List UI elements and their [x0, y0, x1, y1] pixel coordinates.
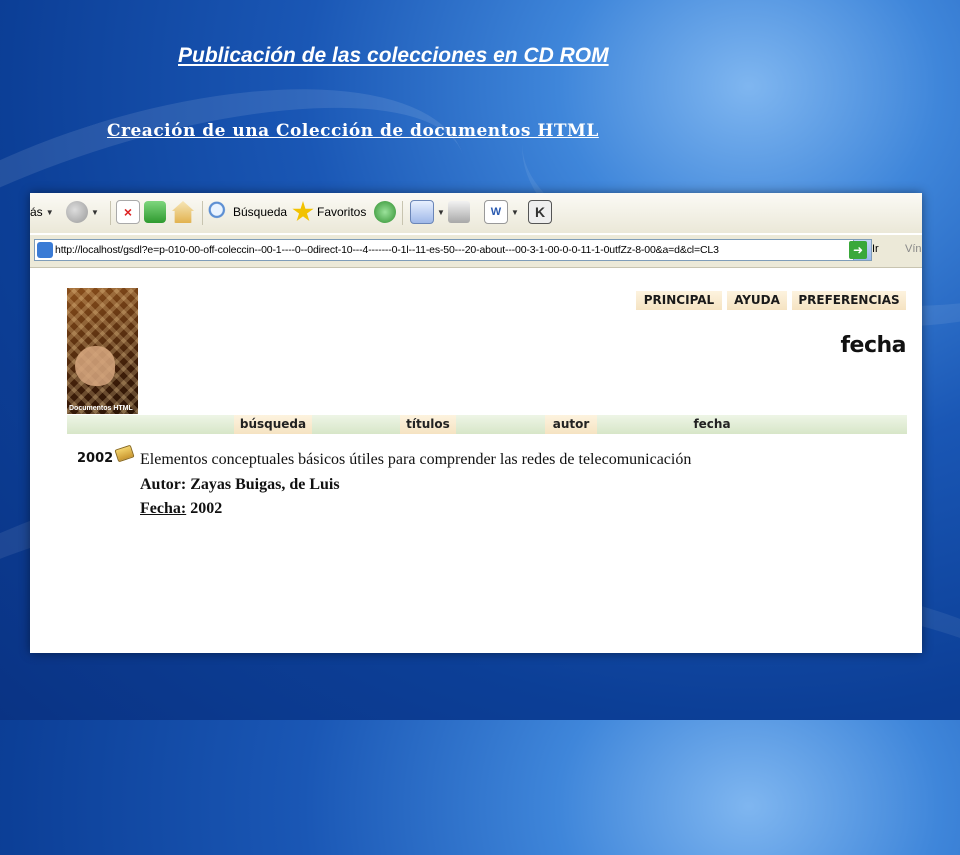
browser-toolbar: ás ▼ ▼ × Búsqueda Favoritos ▼ W ▼ K: [30, 193, 922, 233]
collection-logo[interactable]: Documentos HTML: [67, 288, 138, 414]
entry-year: 2002: [77, 451, 114, 466]
go-button[interactable]: Ir: [872, 243, 879, 255]
tab-fecha: fecha: [693, 417, 731, 431]
edit-button[interactable]: W ▼: [484, 198, 519, 226]
back-button[interactable]: ás ▼: [30, 198, 54, 226]
chevron-down-icon[interactable]: ▼: [437, 208, 445, 217]
entry-date: Fecha: 2002: [140, 500, 222, 518]
nav-ayuda-button[interactable]: AYUDA: [727, 291, 787, 310]
date-label: Fecha:: [140, 500, 187, 517]
address-input[interactable]: http://localhost/gsdl?e=p-010-00-off-col…: [34, 239, 872, 261]
page-heading: fecha: [840, 333, 906, 358]
logo-label: Documentos HTML: [69, 405, 133, 412]
word-icon: W: [484, 200, 508, 224]
nav-principal-button[interactable]: PRINCIPAL: [636, 291, 722, 310]
search-icon: [208, 201, 230, 223]
search-button[interactable]: Búsqueda: [208, 198, 287, 226]
browser-screenshot: ás ▼ ▼ × Búsqueda Favoritos ▼ W ▼ K http…: [30, 193, 922, 653]
entry-author: Autor: Zayas Buigas, de Luis: [140, 476, 340, 493]
tab-autor[interactable]: autor: [545, 415, 597, 434]
links-label[interactable]: Vínc: [905, 243, 922, 255]
book-icon[interactable]: [114, 444, 135, 463]
search-label: Búsqueda: [233, 205, 288, 219]
forward-arrow-icon: [66, 201, 88, 223]
chevron-down-icon[interactable]: ▼: [46, 208, 54, 217]
chevron-down-icon[interactable]: ▼: [511, 208, 519, 217]
refresh-icon[interactable]: [144, 201, 166, 223]
print-icon[interactable]: [448, 201, 470, 223]
history-icon[interactable]: [374, 201, 396, 223]
logo-image: [75, 346, 115, 386]
stop-icon[interactable]: ×: [116, 200, 140, 224]
address-bar: http://localhost/gsdl?e=p-010-00-off-col…: [30, 235, 922, 268]
messenger-icon[interactable]: K: [528, 200, 552, 224]
favorites-label: Favoritos: [317, 205, 367, 219]
go-arrow-icon[interactable]: ➜: [849, 241, 867, 259]
tab-busqueda[interactable]: búsqueda: [234, 415, 312, 434]
entry-title[interactable]: Elementos conceptuales básicos útiles pa…: [140, 451, 691, 469]
browse-nav-bar: búsqueda títulos autor fecha: [67, 415, 907, 434]
ie-page-icon: [37, 242, 53, 258]
mail-button[interactable]: ▼: [410, 198, 445, 226]
slide-title: Publicación de las colecciones en CD ROM: [178, 44, 609, 67]
toolbar-divider: [402, 201, 403, 225]
toolbar-divider: [202, 201, 203, 225]
mail-icon: [410, 200, 434, 224]
nav-preferencias-button[interactable]: PREFERENCIAS: [792, 291, 906, 310]
home-icon[interactable]: [172, 201, 194, 223]
back-label: ás: [30, 205, 43, 219]
forward-button[interactable]: ▼: [66, 198, 99, 226]
star-icon: [292, 201, 314, 222]
toolbar-divider: [110, 201, 111, 225]
tab-titulos[interactable]: títulos: [400, 415, 456, 434]
chevron-down-icon[interactable]: ▼: [91, 208, 99, 217]
date-value: 2002: [190, 500, 223, 517]
favorites-button[interactable]: Favoritos: [292, 198, 366, 226]
slide-subtitle: Creación de una Colección de documentos …: [107, 121, 599, 141]
address-url: http://localhost/gsdl?e=p-010-00-off-col…: [55, 244, 719, 256]
